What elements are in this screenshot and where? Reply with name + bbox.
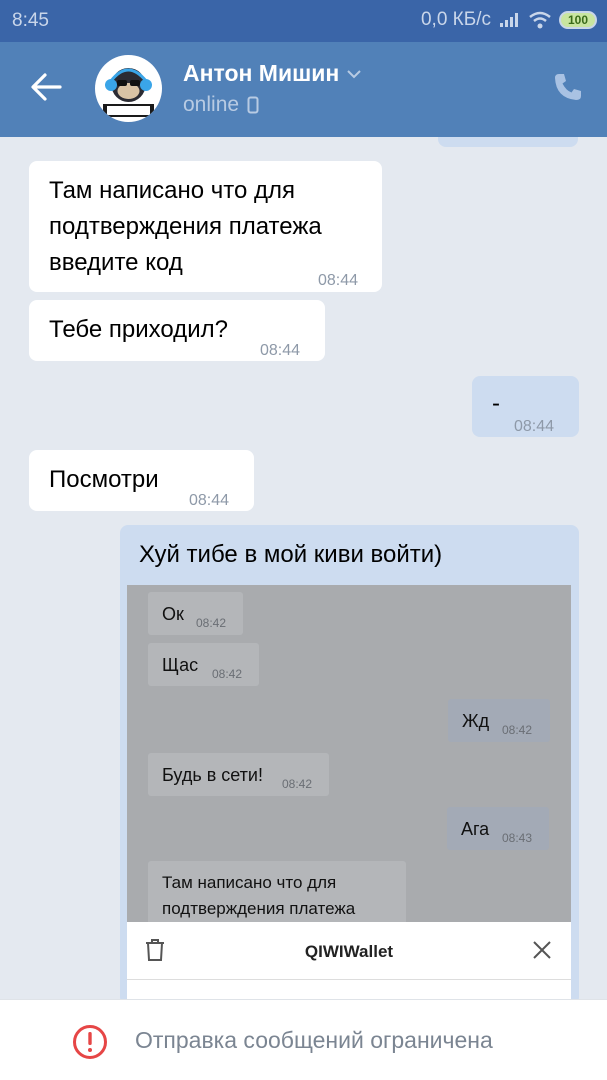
back-arrow-icon[interactable]: [30, 72, 62, 102]
message-time: 08:44: [189, 492, 230, 509]
message-text: Посмотри: [49, 466, 159, 493]
message-bubble[interactable]: Тебе приходил? 08:44: [29, 300, 325, 361]
contact-status: online: [183, 93, 259, 117]
message-text: Тебе приходил?: [49, 316, 228, 343]
qiwi-title: QIWIWallet: [304, 942, 394, 961]
mobile-icon: [247, 96, 259, 114]
chevron-down-icon: [347, 69, 362, 78]
messaging-restricted-bar: Отправка сообщений ограничена: [0, 999, 607, 1080]
status-bar: 8:45 0,0 КБ/с 100: [0, 0, 607, 42]
screenshot-bubble: Будь в сети! 08:42: [148, 753, 329, 796]
message-bubble-partial: [438, 137, 578, 147]
message-time: 08:44: [514, 418, 555, 435]
contact-name-text: Антон Мишин: [183, 60, 340, 86]
message-time: 08:44: [318, 272, 359, 289]
close-icon: [533, 941, 551, 959]
phone-icon[interactable]: [553, 72, 583, 102]
restriction-message: Отправка сообщений ограничена: [135, 1027, 493, 1053]
attached-screenshot[interactable]: Ок 08:42 Щас 08:42 Жд 08:42 Будь в сети!…: [127, 585, 571, 999]
screenshot-bubble: Ок 08:42: [148, 592, 243, 635]
message-list[interactable]: Там написано что для подтверждения плате…: [0, 137, 607, 999]
message-bubble-outgoing[interactable]: - 08:44: [472, 376, 579, 437]
avatar[interactable]: [95, 55, 162, 122]
monkey-logo-icon: [103, 68, 154, 117]
wifi-icon: [529, 11, 551, 29]
message-text: -: [492, 390, 500, 417]
message-text: Хуй тибе в мой киви войти): [139, 541, 443, 568]
contact-name[interactable]: Антон Мишин: [183, 60, 362, 87]
online-status: online: [183, 93, 240, 116]
battery-icon: 100: [559, 11, 597, 29]
message-bubble[interactable]: Посмотри 08:44: [29, 450, 254, 511]
message-time: 08:44: [260, 342, 301, 359]
message-bubble[interactable]: Там написано что для подтверждения плате…: [29, 161, 382, 292]
screenshot-bubble-outgoing: Жд 08:42: [448, 699, 550, 742]
screenshot-bubble: Там написано что для подтверждения плате…: [148, 861, 406, 931]
status-time: 8:45: [12, 10, 49, 31]
signal-icon: [500, 13, 518, 27]
network-speed: 0,0 КБ/с: [420, 9, 491, 30]
qiwi-wallet-bar: QIWIWallet: [127, 922, 571, 999]
chat-header: Антон Мишин online: [0, 42, 607, 137]
screenshot-bubble-outgoing: Ага 08:43: [447, 807, 549, 850]
alert-circle-icon: [73, 1025, 107, 1059]
screenshot-bubble: Щас 08:42: [148, 643, 259, 686]
